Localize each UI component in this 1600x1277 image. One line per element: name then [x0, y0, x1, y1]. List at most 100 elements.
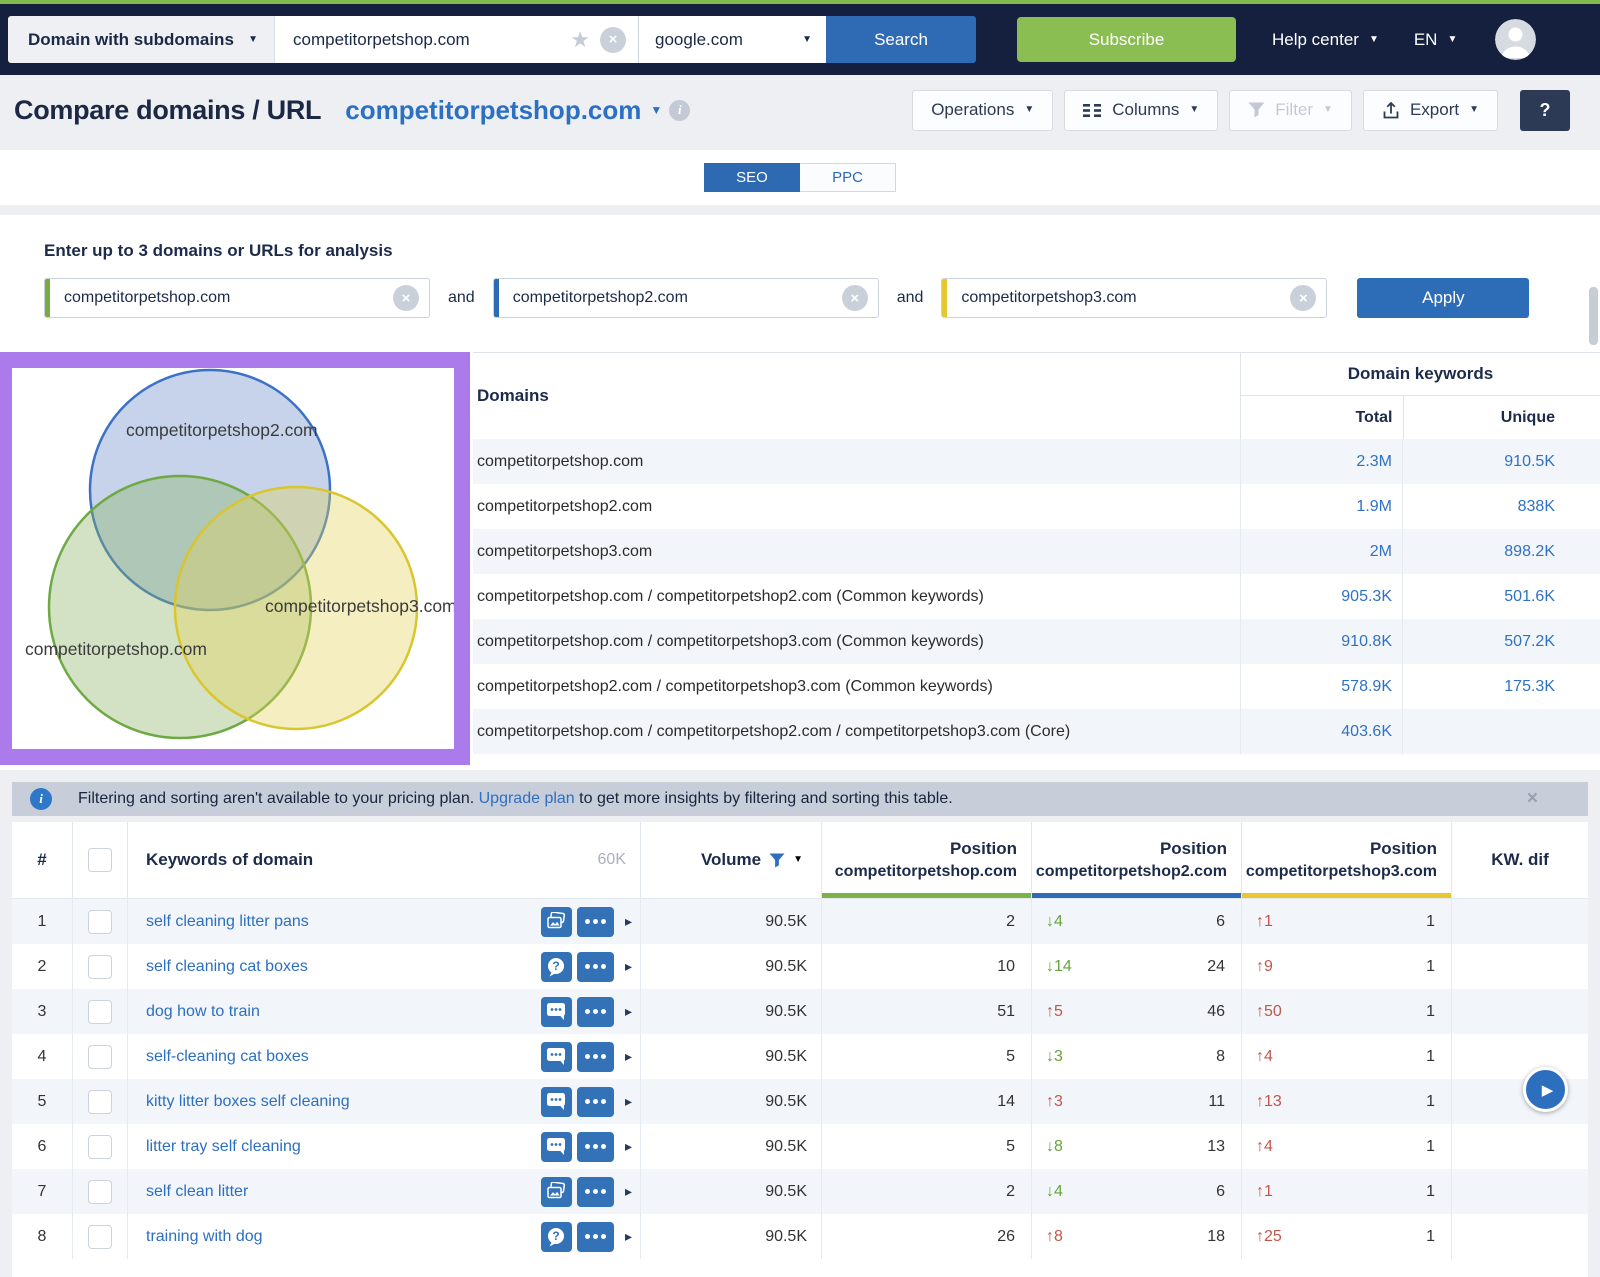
operations-button[interactable]: Operations ▼: [912, 90, 1053, 131]
unique-keywords-link[interactable]: 898.2K: [1402, 529, 1600, 574]
total-keywords-link[interactable]: 2M: [1240, 529, 1402, 574]
search-scope-dropdown[interactable]: Domain with subdomains ▼: [8, 16, 275, 63]
serp-feature-chat-icon[interactable]: [541, 1087, 572, 1117]
help-button[interactable]: ?: [1520, 90, 1570, 131]
info-icon[interactable]: i: [669, 100, 690, 121]
total-keywords-link[interactable]: 910.8K: [1240, 619, 1402, 664]
total-keywords-link[interactable]: 403.6K: [1240, 709, 1402, 754]
total-keywords-link[interactable]: 2.3M: [1240, 439, 1402, 484]
help-center-dropdown[interactable]: Help center ▼: [1272, 30, 1379, 50]
position-3-cell: ↑41: [1241, 1124, 1451, 1169]
row-checkbox[interactable]: [88, 1090, 112, 1114]
clear-domain-1-icon[interactable]: ×: [393, 285, 419, 311]
more-actions-button[interactable]: [577, 1222, 614, 1252]
clear-domain-2-icon[interactable]: ×: [842, 285, 868, 311]
favorite-star-icon[interactable]: ★: [570, 27, 590, 53]
row-checkbox[interactable]: [88, 955, 112, 979]
keyword-link[interactable]: litter tray self cleaning: [146, 1138, 301, 1156]
select-all-checkbox[interactable]: [88, 848, 112, 872]
row-checkbox[interactable]: [88, 1225, 112, 1249]
user-avatar[interactable]: [1495, 19, 1536, 60]
more-actions-button[interactable]: [577, 1177, 614, 1207]
position-1-value: 51: [821, 989, 1031, 1034]
expand-row-icon[interactable]: ▸: [625, 1183, 632, 1200]
search-button[interactable]: Search: [826, 16, 976, 63]
close-icon[interactable]: ×: [1527, 788, 1538, 810]
more-actions-button[interactable]: [577, 1132, 614, 1162]
row-checkbox[interactable]: [88, 910, 112, 934]
position-3-value: 1: [1426, 1003, 1435, 1021]
keyword-link[interactable]: self clean litter: [146, 1183, 248, 1201]
expand-row-icon[interactable]: ▸: [625, 1003, 632, 1020]
domains-table-row: competitorpetshop.com2.3M910.5K: [473, 439, 1600, 484]
search-engine-label: google.com: [655, 30, 743, 50]
columns-button[interactable]: Columns ▼: [1064, 90, 1218, 131]
expand-row-icon[interactable]: ▸: [625, 913, 632, 930]
row-checkbox-cell: [72, 1169, 127, 1214]
expand-row-icon[interactable]: ▸: [625, 1093, 632, 1110]
row-checkbox[interactable]: [88, 1045, 112, 1069]
volume-column-header[interactable]: Volume ▼: [640, 822, 821, 898]
expand-row-icon[interactable]: ▸: [625, 1228, 632, 1245]
row-checkbox[interactable]: [88, 1180, 112, 1204]
tab-seo[interactable]: SEO: [704, 163, 800, 192]
keyword-link[interactable]: kitty litter boxes self cleaning: [146, 1093, 350, 1111]
serp-feature-chat-icon[interactable]: [541, 1132, 572, 1162]
domain-3-field[interactable]: [947, 289, 1280, 307]
serp-feature-chat-icon[interactable]: [541, 997, 572, 1027]
domain-1-field[interactable]: [50, 289, 383, 307]
domains-table-row: competitorpetshop3.com2M898.2K: [473, 529, 1600, 574]
more-actions-button[interactable]: [577, 997, 614, 1027]
total-keywords-link[interactable]: 1.9M: [1240, 484, 1402, 529]
serp-feature-question-icon[interactable]: ?: [541, 952, 572, 982]
expand-row-icon[interactable]: ▸: [625, 958, 632, 975]
upgrade-plan-link[interactable]: Upgrade plan: [479, 790, 575, 807]
report-domain-dropdown[interactable]: competitorpetshop.com ▼: [345, 95, 662, 126]
more-actions-button[interactable]: [577, 907, 614, 937]
expand-row-icon[interactable]: ▸: [625, 1048, 632, 1065]
keywords-header-label: Keywords of domain: [146, 850, 313, 870]
serp-feature-chat-icon[interactable]: [541, 1042, 572, 1072]
tab-ppc[interactable]: PPC: [800, 163, 896, 192]
keyword-link[interactable]: self cleaning cat boxes: [146, 958, 308, 976]
domain-2-field[interactable]: [499, 289, 832, 307]
total-keywords-link[interactable]: 905.3K: [1240, 574, 1402, 619]
scroll-right-button[interactable]: ▶: [1523, 1067, 1568, 1112]
keyword-link[interactable]: self-cleaning cat boxes: [146, 1048, 309, 1066]
filter-funnel-icon[interactable]: [769, 853, 785, 868]
volume-value: 90.5K: [640, 944, 821, 989]
serp-feature-question-icon[interactable]: ?: [541, 1222, 572, 1252]
filter-button[interactable]: Filter ▼: [1229, 90, 1352, 131]
row-checkbox-cell: [72, 1079, 127, 1124]
row-checkbox[interactable]: [88, 1135, 112, 1159]
total-keywords-link[interactable]: 578.9K: [1240, 664, 1402, 709]
unique-keywords-link[interactable]: 910.5K: [1402, 439, 1600, 484]
more-actions-button[interactable]: [577, 1087, 614, 1117]
language-dropdown[interactable]: EN ▼: [1414, 30, 1458, 50]
expand-row-icon[interactable]: ▸: [625, 1138, 632, 1155]
row-number: 2: [12, 944, 72, 989]
keyword-link[interactable]: self cleaning litter pans: [146, 913, 309, 931]
search-engine-dropdown[interactable]: google.com ▼: [638, 16, 826, 63]
clear-domain-3-icon[interactable]: ×: [1290, 285, 1316, 311]
export-button[interactable]: Export ▼: [1363, 90, 1498, 131]
more-actions-button[interactable]: [577, 1042, 614, 1072]
more-actions-button[interactable]: [577, 952, 614, 982]
unique-keywords-link[interactable]: 838K: [1402, 484, 1600, 529]
serp-feature-image-icon[interactable]: [541, 1177, 572, 1207]
unique-keywords-link[interactable]: 175.3K: [1402, 664, 1600, 709]
unique-keywords-link[interactable]: 501.6K: [1402, 574, 1600, 619]
apply-button[interactable]: Apply: [1357, 278, 1529, 318]
clear-search-icon[interactable]: ×: [600, 27, 626, 53]
position-2-change: ↓8: [1046, 1138, 1063, 1156]
serp-feature-image-icon[interactable]: [541, 907, 572, 937]
page-scrollbar-thumb[interactable]: [1589, 287, 1598, 345]
search-input[interactable]: [279, 30, 566, 50]
unique-keywords-link[interactable]: 507.2K: [1402, 619, 1600, 664]
keyword-link[interactable]: dog how to train: [146, 1003, 260, 1021]
row-checkbox[interactable]: [88, 1000, 112, 1024]
keyword-link[interactable]: training with dog: [146, 1228, 263, 1246]
domain-input-1: ×: [44, 278, 430, 318]
keyword-row: 2self cleaning cat boxes?▸90.5K10↓1424↑9…: [12, 944, 1588, 989]
subscribe-button[interactable]: Subscribe: [1017, 17, 1236, 62]
